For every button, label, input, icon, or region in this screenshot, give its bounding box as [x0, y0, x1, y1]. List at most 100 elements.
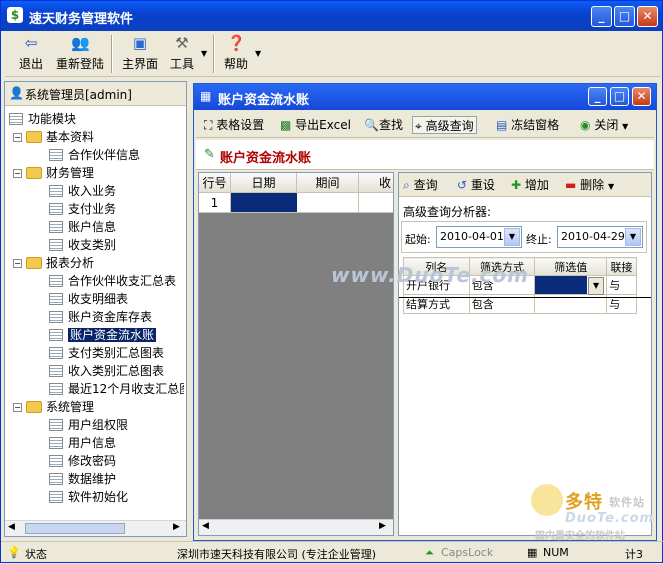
advanced-query-button[interactable]: ⌖ 高级查询 [412, 116, 477, 134]
chevron-down-icon[interactable]: ▼ [622, 122, 628, 131]
form-icon [49, 185, 63, 197]
form-icon [49, 149, 63, 161]
tree-group-system[interactable]: − 系统管理 [13, 398, 94, 416]
binoculars-icon: ⌖ [415, 119, 422, 133]
help-dropdown-icon[interactable]: ▼ [255, 49, 261, 58]
filter-header-value[interactable]: 筛选值 [534, 257, 608, 276]
tree-item-partner[interactable]: 合作伙伴信息 [49, 146, 140, 164]
tree-item-payment[interactable]: 支付业务 [49, 200, 116, 218]
chevron-down-icon[interactable]: ▼ [588, 277, 605, 295]
export-excel-button[interactable]: ▩ 导出Excel [280, 116, 351, 134]
grid-cell-date[interactable] [231, 193, 297, 213]
tree-item-user-info[interactable]: 用户信息 [49, 434, 116, 452]
relogin-button[interactable]: 👥 重新登陆 [53, 34, 107, 74]
keyboard-icon: ▦ [527, 546, 538, 559]
filter-cell-link[interactable]: 与 [606, 275, 637, 295]
grid-header-income[interactable]: 收 [359, 173, 393, 193]
tools-dropdown-icon[interactable]: ▼ [201, 49, 207, 58]
tree-group-finance[interactable]: − 财务管理 [13, 164, 94, 182]
plus-icon: ✚ [511, 178, 522, 192]
tree-item-ledger[interactable]: 账户资金流水账 [49, 326, 157, 344]
tree-item-income[interactable]: 收入业务 [49, 182, 116, 200]
tree-item-stock[interactable]: 账户资金库存表 [49, 308, 152, 326]
freeze-panes-button[interactable]: ▤ 冻结窗格 [496, 116, 559, 134]
grid-header-row-no[interactable]: 行号 [199, 173, 231, 193]
watermark-brand-suffix: 软件站 [609, 496, 645, 509]
ledger-close-button[interactable]: ✕ [632, 87, 651, 106]
folder-icon [26, 257, 42, 269]
tree-item-partner-summary[interactable]: 合作伙伴收支汇总表 [49, 272, 176, 290]
grid-settings-button[interactable]: ⛶ 表格设置 [204, 116, 264, 134]
ledger-minimize-button[interactable]: _ [588, 87, 607, 106]
capslock-icon: ⏶ [425, 546, 434, 559]
grid-header-period[interactable]: 期间 [297, 173, 359, 193]
tree-root[interactable]: 功能模块 [9, 110, 76, 128]
exit-button[interactable]: ⇦ 退出 [15, 34, 47, 74]
end-label: 终止: [526, 233, 552, 246]
user-bar: 👤 系统管理员[admin] [5, 82, 186, 106]
tree-item-category[interactable]: 收支类别 [49, 236, 116, 254]
close-button[interactable]: ✕ [637, 6, 658, 27]
mascot-logo [531, 484, 563, 516]
tree-item-account[interactable]: 账户信息 [49, 218, 116, 236]
tree-item-group-perm[interactable]: 用户组权限 [49, 416, 128, 434]
start-date-picker[interactable]: 2010-04-01 ▼ [436, 226, 522, 248]
tools-button[interactable]: ⚒ 工具 [165, 34, 199, 74]
status-text: 状态 [25, 548, 47, 561]
toolbar-separator [111, 35, 113, 73]
query-button[interactable]: ⌕ 查询 [403, 176, 438, 194]
ledger-toolbar: ⛶ 表格设置 ▩ 导出Excel 🔍查找 ⌖ 高级查询 ▤ 冻结窗格 ◉ 关闭 … [196, 112, 654, 138]
wrench-icon: ⚒ [175, 34, 189, 52]
maximize-button[interactable]: □ [614, 6, 635, 27]
query-icon: ⌕ [403, 178, 410, 192]
form-icon [49, 311, 63, 323]
title-bar: $ 速天财务管理软件 _ □ ✕ [1, 1, 662, 31]
chevron-down-icon[interactable]: ▼ [504, 228, 520, 246]
collapse-icon[interactable]: − [13, 403, 22, 412]
scroll-left-icon[interactable]: ◀ [8, 522, 15, 532]
find-button[interactable]: 🔍查找 [364, 116, 403, 134]
chevron-down-icon[interactable]: ▼ [608, 182, 614, 191]
close-ledger-button[interactable]: ◉ 关闭 ▼ [580, 116, 628, 134]
end-date-picker[interactable]: 2010-04-29 ▼ [557, 226, 643, 248]
tree-item-income-chart[interactable]: 收入类别汇总图表 [49, 362, 164, 380]
watermark-domain: DuoTe.com [565, 511, 655, 526]
collapse-icon[interactable]: − [13, 259, 22, 268]
tree-horizontal-scrollbar[interactable]: ◀ ▶ [5, 520, 186, 536]
grid-cell-income[interactable] [359, 193, 393, 213]
filter-header-link[interactable]: 联接 [606, 257, 637, 276]
help-button[interactable]: ❓ 帮助 [219, 34, 253, 74]
ledger-title: 账户资金流水账 [218, 93, 310, 108]
tree-item-pay-chart[interactable]: 支付类别汇总图表 [49, 344, 164, 362]
users-icon: 👥 [71, 34, 90, 52]
form-icon [49, 239, 63, 251]
filter-cell-value[interactable]: ▼ [534, 275, 608, 295]
tree-item-detail[interactable]: 收支明细表 [49, 290, 128, 308]
collapse-icon[interactable]: − [13, 169, 22, 178]
tree-item-init[interactable]: 软件初始化 [49, 488, 128, 506]
scroll-left-icon[interactable]: ◀ [202, 521, 209, 531]
tree-item-12m-chart[interactable]: 最近12个月收支汇总图 [49, 380, 184, 398]
tree-item-maintenance[interactable]: 数据维护 [49, 470, 116, 488]
chevron-down-icon[interactable]: ▼ [625, 228, 641, 246]
minus-icon: ▬ [565, 178, 577, 192]
date-range-box: 起始: 2010-04-01 ▼ 终止: 2010-04-29 ▼ [401, 221, 647, 253]
refresh-icon: ↺ [457, 178, 468, 192]
add-button[interactable]: ✚ 增加 [511, 176, 549, 194]
tree-group-reports[interactable]: − 报表分析 [13, 254, 94, 272]
grid-horizontal-scrollbar[interactable]: ◀ ▶ [199, 519, 393, 535]
close-circle-icon: ◉ [580, 118, 591, 132]
grid-header-date[interactable]: 日期 [231, 173, 297, 193]
ledger-maximize-button[interactable]: □ [610, 87, 629, 106]
minimize-button[interactable]: _ [591, 6, 612, 27]
delete-button[interactable]: ▬ 删除 ▼ [565, 176, 614, 194]
grid-cell-period[interactable] [297, 193, 359, 213]
scroll-right-icon[interactable]: ▶ [379, 521, 386, 531]
scroll-thumb[interactable] [25, 523, 125, 534]
scroll-right-icon[interactable]: ▶ [173, 522, 180, 532]
tree-item-password[interactable]: 修改密码 [49, 452, 116, 470]
tree-group-basic[interactable]: − 基本资料 [13, 128, 94, 146]
main-ui-button[interactable]: ▣ 主界面 [119, 34, 161, 74]
reset-button[interactable]: ↺ 重设 [457, 176, 495, 194]
collapse-icon[interactable]: − [13, 133, 22, 142]
